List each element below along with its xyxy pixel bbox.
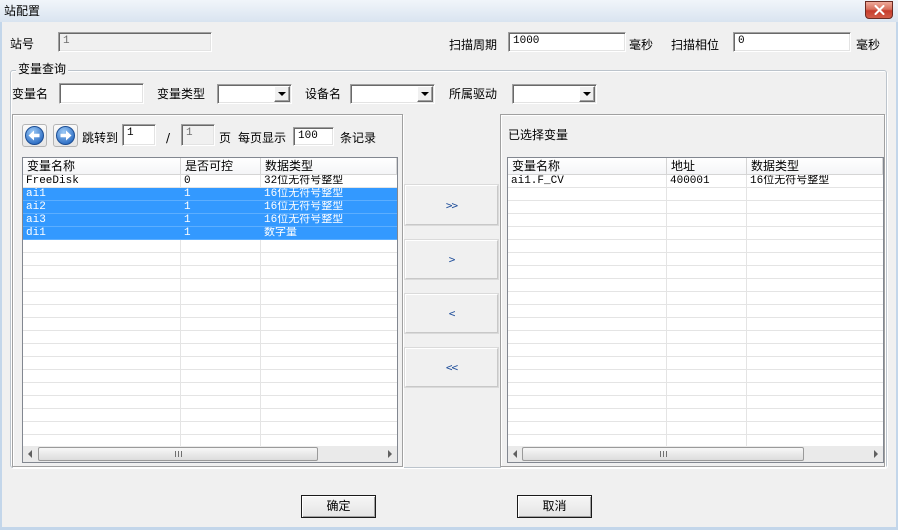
scroll-left-arrow-icon [28,450,32,458]
per-page-label: 每页显示 [238,131,287,145]
cell-var-name: ai3 [26,214,46,226]
page-number-input[interactable]: 1 [122,124,156,146]
chevron-down-icon [421,92,429,96]
cell-data-type: 16位无符号整型 [264,201,344,213]
scan-period-field[interactable]: 1000 [508,32,626,52]
horizontal-scrollbar[interactable] [23,446,397,462]
scan-phase-unit: 毫秒 [856,38,881,52]
table-header: 变量名称 地址 数据类型 [508,158,883,175]
records-unit-label: 条记录 [340,131,377,145]
driver-dropdown-button[interactable] [579,86,595,102]
grip-icon [175,451,182,457]
arrow-left-circle-icon [25,126,44,145]
next-page-button[interactable] [53,124,78,147]
table-header: 变量名称 是否可控 数据类型 [23,158,397,175]
page-unit-label: 页 [219,131,232,145]
var-name-input[interactable] [59,83,144,104]
cell-var-name: di1 [26,227,46,239]
scroll-right-arrow-icon [874,450,878,458]
scan-phase-field[interactable]: 0 [733,32,851,52]
table-row[interactable]: di1 1 数字量 [23,227,397,240]
cancel-button[interactable]: 取消 [517,495,592,518]
var-type-select[interactable] [217,84,292,104]
column-header-var-name[interactable]: 变量名称 [23,158,181,174]
scroll-left-button[interactable] [23,446,39,462]
column-divider [746,175,747,446]
scroll-right-button[interactable] [867,446,883,462]
remove-all-button[interactable]: << [405,348,498,387]
scroll-thumb[interactable] [522,447,804,461]
column-header-data-type[interactable]: 数据类型 [261,158,397,174]
horizontal-scrollbar[interactable] [508,446,883,462]
table-body: ai1.F_CV 400001 16位无符号整型 [508,175,883,446]
per-page-input[interactable]: 100 [293,127,334,146]
cell-controllable: 1 [184,227,191,239]
cell-var-name: ai1.F_CV [511,175,564,187]
selected-variables-title: 已选择变量 [508,128,569,142]
table-row[interactable]: FreeDisk 0 32位无符号整型 [23,175,397,188]
cell-controllable: 1 [184,214,191,226]
arrow-right-circle-icon [56,126,75,145]
cell-data-type: 16位无符号整型 [750,175,830,187]
jump-to-label: 跳转到 [82,131,119,145]
cell-var-name: ai1 [26,188,46,200]
device-dropdown-button[interactable] [417,86,433,102]
scan-period-label: 扫描周期 [449,38,498,52]
driver-label: 所属驱动 [449,87,498,101]
ok-button[interactable]: 确定 [301,495,376,518]
scroll-left-arrow-icon [513,450,517,458]
cell-controllable: 1 [184,188,191,200]
cell-data-type: 16位无符号整型 [264,188,344,200]
window-title: 站配置 [4,4,41,18]
station-no-field[interactable]: 1 [58,32,212,52]
cell-var-name: FreeDisk [26,175,79,187]
column-header-controllable[interactable]: 是否可控 [181,158,261,174]
table-row[interactable]: ai1.F_CV 400001 16位无符号整型 [508,175,883,188]
prev-page-button[interactable] [22,124,47,147]
scroll-thumb[interactable] [38,447,318,461]
cell-address: 400001 [670,175,710,187]
column-header-data-type[interactable]: 数据类型 [747,158,883,174]
cell-data-type: 32位无符号整型 [264,175,344,187]
scroll-right-arrow-icon [388,450,392,458]
table-row[interactable]: ai1 1 16位无符号整型 [23,188,397,201]
var-type-label: 变量类型 [157,87,206,101]
available-variables-table[interactable]: 变量名称 是否可控 数据类型 FreeDisk 0 32位无符号整型 ai1 1… [22,157,398,463]
scroll-right-button[interactable] [381,446,397,462]
chevron-down-icon [278,92,286,96]
selected-variables-table[interactable]: 变量名称 地址 数据类型 ai1.F_CV 400001 16位无符号整型 [507,157,884,463]
table-row[interactable]: ai3 1 16位无符号整型 [23,214,397,227]
station-no-label: 站号 [10,37,35,51]
device-label: 设备名 [305,87,342,101]
cell-data-type: 16位无符号整型 [264,214,344,226]
close-button[interactable] [865,1,893,19]
total-pages-field: 1 [181,124,215,146]
grip-icon [660,451,667,457]
remove-button[interactable]: < [405,294,498,333]
scan-phase-label: 扫描相位 [671,38,720,52]
cell-controllable: 1 [184,201,191,213]
add-all-button[interactable]: >> [405,185,498,225]
cell-data-type: 数字量 [264,227,297,239]
column-header-address[interactable]: 地址 [667,158,747,174]
table-body: FreeDisk 0 32位无符号整型 ai1 1 16位无符号整型 ai2 1… [23,175,397,446]
variable-query-legend: 变量查询 [16,62,69,76]
driver-select[interactable] [512,84,597,104]
add-button[interactable]: > [405,240,498,279]
column-divider [666,175,667,446]
close-icon [874,5,885,15]
scan-period-unit: 毫秒 [629,38,654,52]
device-select[interactable] [350,84,435,104]
cell-var-name: ai2 [26,201,46,213]
table-row[interactable]: ai2 1 16位无符号整型 [23,201,397,214]
cell-controllable: 0 [184,175,191,187]
page-separator: / [166,131,171,145]
title-bar[interactable]: 站配置 [0,0,898,22]
column-header-var-name[interactable]: 变量名称 [508,158,667,174]
var-type-dropdown-button[interactable] [274,86,290,102]
var-name-label: 变量名 [12,87,49,101]
chevron-down-icon [583,92,591,96]
